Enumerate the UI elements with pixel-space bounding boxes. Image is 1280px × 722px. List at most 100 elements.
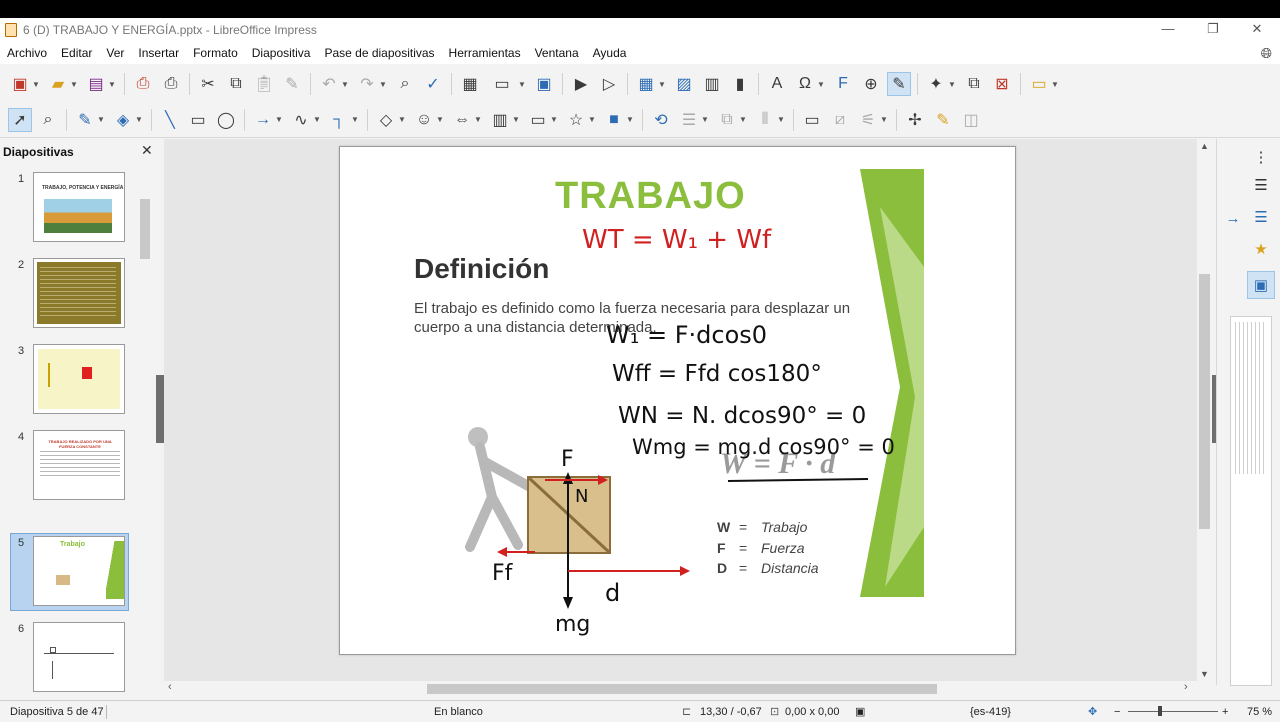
chevron-down-icon[interactable]: ▼ [1051,80,1059,89]
scrollbar-thumb[interactable] [427,684,937,694]
chevron-down-icon[interactable]: ▼ [108,80,116,89]
slide-transition-icon[interactable]: ☰ [1247,203,1275,231]
slides-scrollbar[interactable] [138,183,152,693]
delete-slide-icon[interactable]: ⊠ [990,72,1014,96]
flowchart-icon[interactable]: ▥ [488,108,512,132]
callouts-icon[interactable]: ▭ [526,108,550,132]
slide-thumbnail-1[interactable]: TRABAJO, POTENCIA Y ENERGÍA [33,172,125,242]
print-icon[interactable]: ⎙ [159,72,183,96]
chevron-down-icon[interactable]: ▼ [777,115,785,124]
chevron-down-icon[interactable]: ▼ [135,115,143,124]
block-arrows-icon[interactable]: ⇔ [450,108,474,132]
distribute-icon[interactable]: ⫴ [753,108,777,132]
master-slide-icon[interactable]: ▣ [532,72,556,96]
zoom-slider-track[interactable] [1128,711,1218,712]
ellipse-icon[interactable]: ◯ [214,108,238,132]
3d-objects-icon[interactable]: ■ [602,108,626,132]
redo-icon[interactable]: ↷ [355,72,379,96]
start-current-slide-icon[interactable]: ▷ [597,72,621,96]
fill-color-icon[interactable]: ◈ [111,108,135,132]
arrow-line-icon[interactable]: → [251,108,275,132]
scroll-down-icon[interactable]: ▼ [1200,669,1209,679]
shadow-icon[interactable]: ▭ [800,108,824,132]
arrange-icon[interactable]: ⧉ [715,108,739,132]
chevron-down-icon[interactable]: ▼ [436,115,444,124]
copy-icon[interactable]: ⧉ [224,72,248,96]
text-box-icon[interactable]: A [765,72,789,96]
left-splitter-handle[interactable] [156,375,164,443]
chevron-down-icon[interactable]: ▼ [512,115,520,124]
select-arrow-icon[interactable]: ➚ [8,107,32,132]
glue-points-icon[interactable]: ✎ [931,108,955,132]
chevron-down-icon[interactable]: ▼ [313,115,321,124]
language-indicator[interactable]: {es-419} [970,706,1011,718]
media-icon[interactable]: ▥ [700,72,724,96]
scroll-right-icon[interactable]: › [1184,681,1188,693]
hyperlink-icon[interactable]: ⊕ [859,72,883,96]
menu-pase-de-diapositivas[interactable]: Pase de diapositivas [317,46,441,60]
chevron-down-icon[interactable]: ▼ [817,80,825,89]
chevron-down-icon[interactable]: ▼ [588,115,596,124]
master-slides-icon[interactable]: ▣ [1247,271,1275,299]
special-character-icon[interactable]: Ω [793,72,817,96]
arrow-right-icon[interactable]: → [1219,204,1247,232]
slide-thumbnail-5[interactable]: Trabajo [33,536,125,606]
scroll-left-icon[interactable]: ‹ [168,681,172,693]
align-icon[interactable]: ☰ [677,108,701,132]
rotate-icon[interactable]: ⟲ [649,108,673,132]
chevron-down-icon[interactable]: ▼ [32,80,40,89]
filter-icon[interactable]: ⚟ [856,108,880,132]
zoom-level[interactable]: 75 % [1247,706,1272,718]
grid-icon[interactable]: ▦ [458,72,482,96]
symbol-shapes-icon[interactable]: ☺ [412,108,436,132]
stars-icon[interactable]: ☆ [564,108,588,132]
scrollbar-thumb[interactable] [140,199,150,259]
chevron-down-icon[interactable]: ▼ [658,80,666,89]
chevron-down-icon[interactable]: ▼ [379,80,387,89]
new-icon[interactable]: ▣ [8,72,32,96]
connector-icon[interactable]: ┐ [327,108,351,132]
chevron-down-icon[interactable]: ▼ [70,80,78,89]
menu-ayuda[interactable]: Ayuda [586,46,634,60]
chevron-down-icon[interactable]: ▼ [351,115,359,124]
points-icon[interactable]: ✢ [903,108,927,132]
menu-insertar[interactable]: Insertar [131,46,186,60]
fontwork-icon[interactable]: F [831,72,855,96]
open-folder-icon[interactable]: ▰ [46,72,70,96]
current-slide[interactable]: TRABAJO Definición El trabajo es definid… [339,146,1016,655]
clone-formatting-icon[interactable]: ✎ [280,72,304,96]
menu-diapositiva[interactable]: Diapositiva [245,46,318,60]
image-icon[interactable]: ▨ [672,72,696,96]
animation-icon[interactable]: ★ [1247,235,1275,263]
spelling-icon[interactable]: ✓ [421,72,445,96]
slide-title[interactable]: TRABAJO [555,175,746,218]
vertical-scrollbar[interactable]: ▲ ▼ [1197,139,1212,685]
slide-thumbnail-2[interactable] [33,258,125,328]
zoom-out-icon[interactable]: − [1114,706,1120,718]
line-icon[interactable]: ╲ [158,108,182,132]
export-pdf-icon[interactable]: ⎙ [131,72,155,96]
close-window-button[interactable]: ✕ [1235,18,1279,42]
curve-icon[interactable]: ∿ [289,108,313,132]
menu-herramientas[interactable]: Herramientas [442,46,528,60]
restore-button[interactable]: ❐ [1191,18,1235,42]
crop-icon[interactable]: ⧄ [828,108,852,132]
line-color-icon[interactable]: ✎ [73,108,97,132]
basic-shapes-icon[interactable]: ◇ [374,108,398,132]
menu-editar[interactable]: Editar [54,46,99,60]
chevron-down-icon[interactable]: ▼ [626,115,634,124]
zoom-in-icon[interactable]: + [1222,706,1228,718]
zoom-slider-handle[interactable] [1158,706,1162,716]
slide-thumbnail-3[interactable] [33,344,125,414]
menu-ventana[interactable]: Ventana [528,46,586,60]
display-views-icon[interactable]: ▭ [486,72,518,96]
menu-formato[interactable]: Formato [186,46,245,60]
undo-icon[interactable]: ↶ [317,72,341,96]
slide-layout-icon[interactable]: ▭ [1027,72,1051,96]
minimize-button[interactable]: — [1146,18,1190,42]
menu-ver[interactable]: Ver [99,46,131,60]
close-icon[interactable]: ✕ [141,142,153,159]
zoom-icon[interactable]: ⌕ [36,108,60,132]
chart-icon[interactable]: ▮ [728,72,752,96]
chevron-down-icon[interactable]: ▼ [739,115,747,124]
